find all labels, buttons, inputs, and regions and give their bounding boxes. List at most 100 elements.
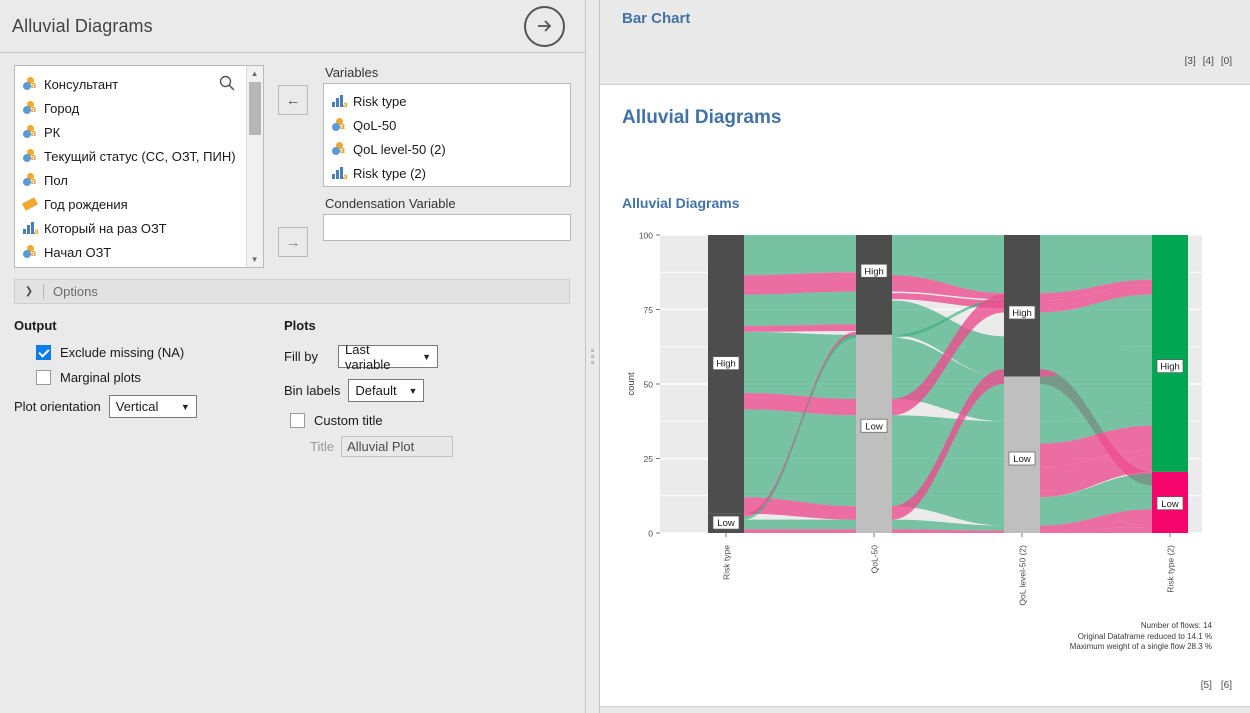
chevron-down-icon: ▼	[422, 351, 431, 362]
stratum-label: High	[1008, 305, 1036, 320]
plot-orientation-row: Plot orientation Vertical ▼	[14, 395, 284, 418]
options-label: Options	[53, 284, 98, 299]
options-section-header[interactable]: ❯ Options	[14, 279, 570, 304]
scroll-up-icon[interactable]: ▲	[247, 66, 263, 81]
list-item[interactable]: a Начал ОЗТ	[15, 240, 263, 264]
add-condensation-variable-button[interactable]: →	[278, 227, 309, 257]
nominal-variable-icon: a	[332, 117, 347, 133]
reference-link[interactable]: [5]	[1201, 680, 1212, 691]
chevron-down-icon: ❯	[24, 286, 34, 297]
target-boxes: Variables a Risk type a QoL-50 a QoL lev	[323, 65, 571, 241]
search-icon[interactable]	[219, 75, 235, 91]
bin-labels-select[interactable]: Default ▼	[348, 379, 425, 402]
fill-by-select[interactable]: Last variable ▼	[338, 342, 438, 372]
splitter-grip-icon	[591, 349, 594, 364]
list-item[interactable]: Год рождения	[15, 192, 263, 216]
scroll-down-icon[interactable]: ▼	[247, 252, 263, 267]
reference-link[interactable]: [3]	[1185, 56, 1196, 67]
plot-orientation-select[interactable]: Vertical ▼	[108, 395, 197, 418]
plot-orientation-value: Vertical	[115, 399, 159, 414]
custom-title-checkbox[interactable]	[290, 413, 305, 428]
list-item[interactable]: a QoL-50	[324, 113, 570, 137]
exclude-missing-checkbox[interactable]	[36, 345, 51, 360]
svg-text:High: High	[1160, 362, 1180, 373]
reference-link[interactable]: [4]	[1203, 56, 1214, 67]
custom-title-row: Custom title	[290, 413, 571, 428]
remove-variable-button[interactable]: ←	[278, 85, 309, 115]
variables-box[interactable]: a Risk type a QoL-50 a QoL level-50 (2)	[323, 83, 571, 187]
title-input[interactable]: Alluvial Plot	[341, 436, 454, 457]
marginal-plots-checkbox[interactable]	[36, 370, 51, 385]
list-item-label: Год рождения	[44, 196, 128, 212]
svg-text:High: High	[1012, 308, 1032, 319]
nominal-variable-icon: a	[23, 244, 38, 260]
svg-text:Low: Low	[1013, 454, 1031, 465]
list-item[interactable]: a Risk type (2)	[324, 161, 570, 185]
x-axis-label: Risk type	[722, 545, 732, 580]
stratum-bar	[708, 235, 744, 514]
note-line: Number of flows: 14	[1140, 621, 1212, 630]
list-item[interactable]: a Который на раз ОЗТ	[15, 216, 263, 240]
svg-text:High: High	[864, 266, 884, 277]
variables-label: Variables	[325, 65, 379, 80]
panel-splitter[interactable]	[585, 0, 600, 713]
svg-text:Low: Low	[865, 421, 883, 432]
alluvial-flow	[744, 291, 856, 326]
stratum-label: High	[712, 356, 740, 370]
alluvial-flow	[744, 529, 856, 533]
options-content: Output Exclude missing (NA) Marginal plo…	[14, 318, 571, 457]
application-window: Alluvial Diagrams a Консультант a Город …	[0, 0, 1250, 713]
marginal-plots-row: Marginal plots	[36, 370, 284, 385]
reference-link[interactable]: [6]	[1221, 680, 1232, 691]
run-arrow-button[interactable]	[524, 5, 565, 47]
x-axis-label: Risk type (2)	[1166, 545, 1176, 593]
list-item[interactable]: a Текущий статус (СС, ОЗТ, ПИН)	[15, 144, 263, 168]
continuous-variable-icon	[21, 196, 39, 212]
results-header-title: Bar Chart	[622, 10, 691, 27]
custom-title-label: Custom title	[314, 413, 383, 428]
plots-heading: Plots	[284, 318, 316, 333]
results-footer: [5] [6]	[600, 680, 1250, 706]
list-item-label: QoL-50	[353, 117, 397, 133]
x-axis-label: QoL-50	[870, 545, 880, 574]
scrollbar-thumb[interactable]	[248, 82, 261, 135]
ordinal-variable-icon: a	[332, 166, 347, 181]
condensation-variable-box[interactable]	[323, 214, 571, 241]
reference-link[interactable]: [0]	[1221, 56, 1232, 67]
note-line: Maximum weight of a single flow 28.3 %	[1069, 642, 1212, 651]
page-title: Alluvial Diagrams	[622, 107, 782, 128]
chevron-down-icon: ▼	[408, 385, 418, 396]
alluvial-flow	[744, 324, 856, 332]
list-item[interactable]: a РК	[15, 120, 263, 144]
y-tick-label: 50	[644, 380, 654, 390]
stratum-bar	[856, 235, 892, 335]
list-item-label: Пол	[44, 172, 68, 188]
bottom-strip	[600, 706, 1250, 713]
plot-notes: Number of flows: 14 Original Dataframe r…	[1070, 621, 1212, 653]
list-item-label: Начал ОЗТ	[44, 244, 112, 260]
fill-by-value: Last variable	[345, 341, 391, 372]
list-item-label: Консультант	[44, 76, 119, 92]
results-panel: Bar Chart [3] [4] [0] Alluvial Diagrams …	[600, 0, 1250, 713]
title-label: Title	[310, 439, 335, 454]
exclude-missing-label: Exclude missing (NA)	[60, 345, 185, 360]
svg-text:Low: Low	[1161, 499, 1179, 510]
arrow-right-icon	[537, 20, 551, 32]
list-item[interactable]: a Пол	[15, 168, 263, 192]
list-item-label: Текущий статус (СС, ОЗТ, ПИН)	[44, 148, 236, 164]
output-heading: Output	[14, 318, 57, 333]
ordinal-variable-icon: a	[332, 94, 347, 109]
fill-by-row: Fill by Last variable ▼	[284, 342, 571, 372]
list-item-label: Который на раз ОЗТ	[44, 220, 167, 236]
list-item[interactable]: a Город	[15, 96, 263, 120]
options-panel: Alluvial Diagrams a Консультант a Город …	[0, 0, 585, 713]
alluvial-plot: 0 25 50 75 100 count Risk type QoL-50 QoL level-…	[622, 223, 1222, 653]
list-item[interactable]: a Risk type	[324, 89, 570, 113]
y-tick-label: 0	[648, 529, 653, 539]
source-list-scrollbar[interactable]: ▲ ▼	[245, 66, 263, 267]
note-line: Original Dataframe reduced to 14.1 %	[1077, 631, 1212, 641]
source-variable-list[interactable]: a Консультант a Город a РК a Текущий ста…	[14, 65, 264, 268]
list-item[interactable]: a QoL level-50 (2)	[324, 137, 570, 161]
section-title: Alluvial Diagrams	[622, 195, 740, 211]
y-axis-label: count	[626, 372, 637, 396]
